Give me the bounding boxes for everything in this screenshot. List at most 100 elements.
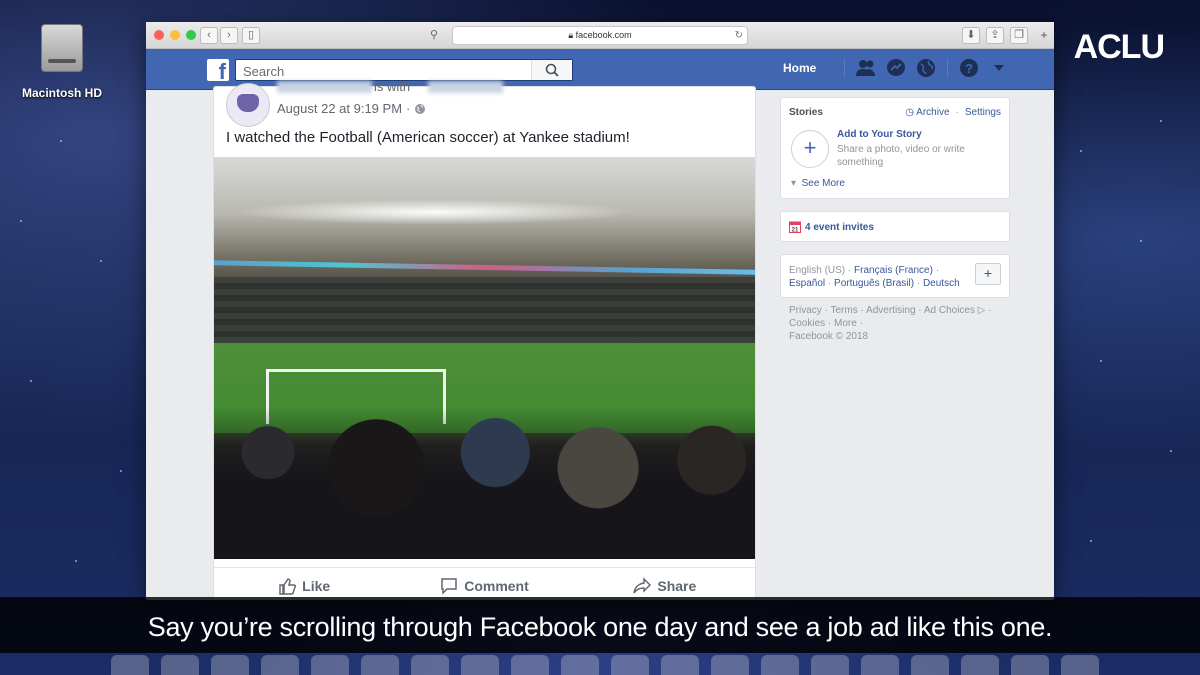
share-arrow-icon [633,577,652,594]
dock-app-icon[interactable] [111,655,149,675]
with-text: is with [374,79,411,94]
add-to-story-link[interactable]: Add to Your Story [837,129,922,140]
dock-app-icon[interactable] [461,655,499,675]
window-controls [154,30,196,40]
search-button[interactable] [531,60,572,80]
language-option[interactable]: Français (France) [854,265,933,276]
history-nav: ‹ › [200,27,238,44]
aclu-watermark: ACLU [1073,28,1165,66]
clock-icon: ◷ [905,107,914,118]
zoom-window-button[interactable] [186,30,196,40]
avatar[interactable] [226,83,270,127]
language-option[interactable]: Deutsch [923,278,960,289]
search-box [235,59,573,81]
see-more-label: See More [801,178,845,189]
notifications-globe-icon[interactable] [915,57,937,79]
top-bar-icons: ? [842,57,1010,79]
add-story-plus-icon[interactable]: + [791,130,829,168]
language-option[interactable]: Español [789,278,825,289]
dock-app-icon[interactable] [561,655,599,675]
stadium-lights [234,199,634,225]
footer-links[interactable]: Privacy · Terms · Advertising · Ad Choic… [789,304,1009,317]
dock-app-icon[interactable] [511,655,549,675]
redacted-name [277,81,372,93]
svg-text:21: 21 [792,228,799,234]
address-bar[interactable]: 🔒︎ facebook.com ↻ [452,26,748,45]
dock-app-icon[interactable] [711,655,749,675]
video-caption: Say you’re scrolling through Facebook on… [147,612,1053,642]
stories-links: ◷ Archive · Settings [905,107,1001,118]
back-button[interactable]: ‹ [200,27,218,44]
dock-app-icon[interactable] [611,655,649,675]
sidebar-toggle-button[interactable]: ▯ [242,27,260,44]
dock-app-icon[interactable] [261,655,299,675]
dock-app-icon[interactable] [661,655,699,675]
share-label: Share [657,578,697,594]
language-list: English (US) · Français (France) · Españ… [789,264,969,290]
led-ribbon [214,260,755,275]
account-menu-chevron-icon[interactable] [988,57,1010,79]
archive-label: Archive [916,107,950,118]
languages-card: English (US) · Français (France) · Españ… [780,254,1010,298]
public-globe-icon[interactable] [414,103,426,115]
help-icon[interactable]: ? [958,57,980,79]
dock-app-icon[interactable] [1011,655,1049,675]
dock-app-icon[interactable] [861,655,899,675]
search-input[interactable] [241,61,535,81]
add-language-button[interactable]: + [975,263,1001,285]
language-option[interactable]: Português (Brasil) [834,278,914,289]
stories-title: Stories [789,107,823,118]
dock-app-icon[interactable] [811,655,849,675]
dock-app-icon[interactable] [211,655,249,675]
share-post-button[interactable]: Share [575,568,755,600]
close-window-button[interactable] [154,30,164,40]
see-more-link[interactable]: ▾ See More [791,178,845,189]
minimize-window-button[interactable] [170,30,180,40]
dock-app-icon[interactable] [1061,655,1099,675]
browser-toolbar: ‹ › ▯ ⚲ 🔒︎ facebook.com ↻ ⬇ ⇪ ❐ + [146,22,1054,49]
archive-link[interactable]: ◷ Archive [905,107,949,118]
dock-app-icon[interactable] [311,655,349,675]
dock-app-icon[interactable] [911,655,949,675]
page-footer: Privacy · Terms · Advertising · Ad Choic… [789,304,1009,343]
hard-drive-icon [41,24,83,72]
event-invites-link[interactable]: 21 4 event invites [789,221,874,233]
macintosh-hd-icon[interactable]: Macintosh HD [16,24,108,100]
dock-app-icon[interactable] [411,655,449,675]
friend-requests-icon[interactable] [855,57,877,79]
calendar-icon: 21 [789,221,801,233]
reader-icon[interactable]: ⚲ [430,28,438,41]
post-timestamp[interactable]: August 22 at 9:19 PM [277,101,402,116]
link-separator: · [955,107,959,118]
comment-button[interactable]: Comment [394,568,574,600]
feed-post: is with August 22 at 9:19 PM · I watched… [213,79,756,600]
post-actions: Like Comment Share [214,567,755,600]
separator: · [914,278,923,289]
like-button[interactable]: Like [214,568,394,600]
like-label: Like [302,578,331,594]
tabs-button[interactable]: ❐ [1010,27,1028,44]
downloads-button[interactable]: ⬇ [962,27,980,44]
dock [110,655,1100,675]
forward-button[interactable]: › [220,27,238,44]
share-button[interactable]: ⇪ [986,27,1004,44]
new-tab-button[interactable]: + [1037,28,1051,42]
reload-icon[interactable]: ↻ [735,27,743,44]
redacted-tagged-name [428,81,503,93]
stories-card: Stories ◷ Archive · Settings + Add to Yo… [780,97,1010,199]
chevron-down-icon: ▾ [791,178,797,189]
home-link[interactable]: Home [783,61,816,75]
meta-separator: · [406,101,411,116]
footer-links-2[interactable]: Cookies · More · [789,317,1009,330]
thumbs-up-icon [279,578,297,595]
comment-label: Comment [464,578,529,594]
dock-app-icon[interactable] [761,655,799,675]
messenger-icon[interactable] [885,57,907,79]
dock-app-icon[interactable] [161,655,199,675]
events-card: 21 4 event invites [780,211,1010,242]
dock-app-icon[interactable] [961,655,999,675]
facebook-logo-icon[interactable]: f [207,59,229,81]
dock-app-icon[interactable] [361,655,399,675]
settings-link[interactable]: Settings [965,107,1001,118]
post-photo[interactable] [214,157,755,559]
